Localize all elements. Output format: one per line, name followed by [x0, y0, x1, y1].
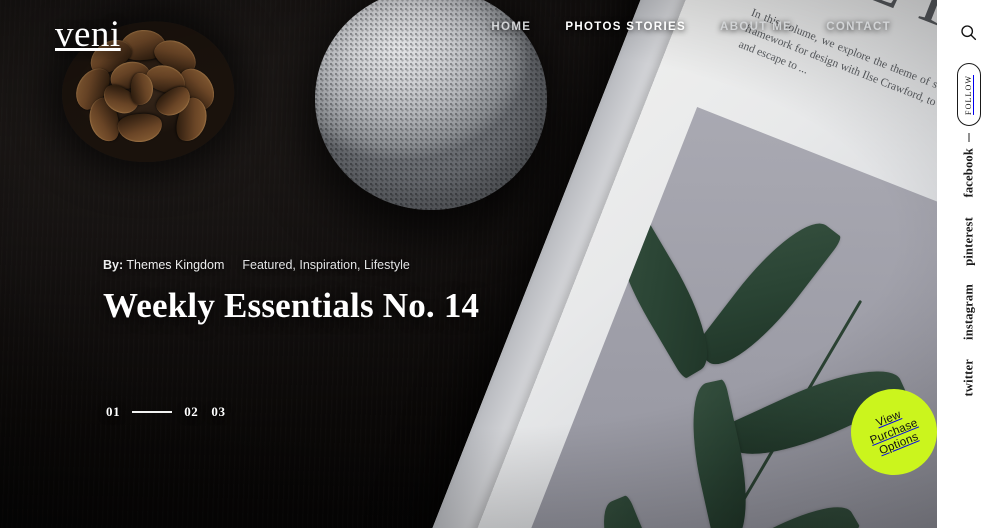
social-link-pinterest[interactable]: pinterest: [961, 217, 976, 266]
post-meta: By: Themes Kingdom Featured, Inspiration…: [103, 258, 479, 272]
social-link-instagram[interactable]: instagram: [961, 284, 976, 340]
follow-button[interactable]: FOLLOW: [956, 63, 981, 126]
social-item: pinterest: [961, 217, 976, 271]
social-item: twitter: [961, 359, 976, 401]
follow-button-label: FOLLOW: [964, 74, 973, 115]
slide-indicator-02[interactable]: 02: [184, 404, 198, 420]
post-title[interactable]: Weekly Essentials No. 14: [103, 286, 479, 325]
post-author-name[interactable]: Themes Kingdom: [126, 258, 224, 272]
slider-pagination: 01 02 03: [106, 404, 226, 420]
social-link-twitter[interactable]: twitter: [961, 359, 976, 396]
view-purchase-options-badge[interactable]: View Purchase Options: [851, 389, 937, 475]
social-link-facebook[interactable]: facebook: [961, 148, 976, 198]
nav-item-contact[interactable]: CONTACT: [826, 21, 891, 33]
social-item: facebook: [961, 148, 976, 203]
social-links: facebook pinterest instagram twitter: [961, 148, 976, 402]
search-button[interactable]: [957, 20, 981, 44]
right-sidebar: FOLLOW facebook pinterest instagram twit…: [937, 0, 1000, 528]
nav-item-about-me[interactable]: ABOUT ME: [720, 21, 792, 33]
page-root: CER In this volume, we explore the theme…: [0, 0, 1000, 528]
social-item: instagram: [961, 284, 976, 345]
site-logo[interactable]: veni: [55, 16, 121, 53]
search-icon: [961, 24, 977, 40]
purchase-badge-text: View Purchase Options: [863, 404, 925, 460]
slide-indicator-03[interactable]: 03: [211, 404, 225, 420]
hero-slider: CER In this volume, we explore the theme…: [0, 0, 937, 528]
post-author-prefix: By:: [103, 258, 124, 272]
sidebar-divider: [968, 133, 969, 142]
slide-indicator-01[interactable]: 01: [106, 404, 120, 420]
main-navigation: HOME PHOTOS STORIES ABOUT ME CONTACT: [457, 21, 891, 33]
post-author: By: Themes Kingdom: [103, 258, 224, 272]
nav-item-photos-stories[interactable]: PHOTOS STORIES: [565, 21, 686, 33]
site-header: veni HOME PHOTOS STORIES ABOUT ME CONTAC…: [0, 0, 937, 58]
hero-content: By: Themes Kingdom Featured, Inspiration…: [103, 258, 479, 325]
slide-active-rule: [132, 411, 173, 413]
nav-item-home[interactable]: HOME: [491, 21, 531, 33]
post-categories[interactable]: Featured, Inspiration, Lifestyle: [242, 258, 409, 272]
